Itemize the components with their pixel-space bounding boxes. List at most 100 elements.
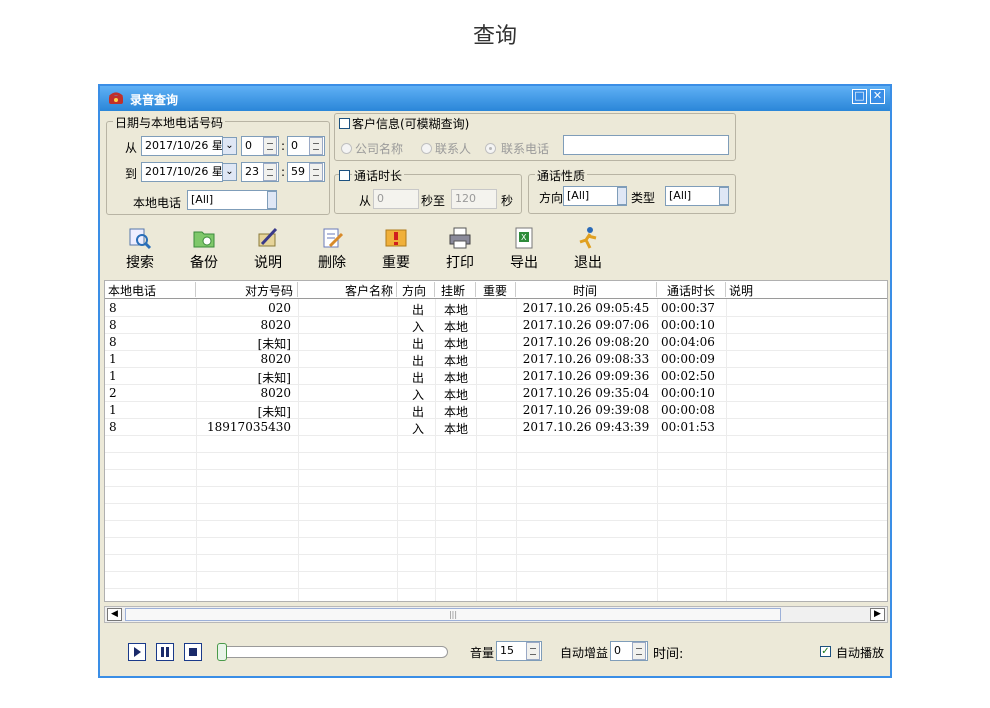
col-header-remote-number[interactable]: 对方号码 [245,282,293,299]
search-icon [129,228,152,250]
stop-button[interactable] [184,643,202,661]
cell-hangup: 本地 [443,320,468,334]
cell-time: 2017.10.26 09:09:36 [522,369,650,383]
from-date-dropdown[interactable]: ⌄ [222,137,237,155]
customer-info-group: 客户信息(可模糊查询) 公司名称 联系人 联系电话 [334,113,736,161]
search-label: 搜索 [126,255,154,271]
col-header-duration[interactable]: 通话时长 [667,282,715,299]
col-header-direction[interactable]: 方向 [402,282,426,299]
local-phone-label: 本地电话 [133,196,182,210]
print-label: 打印 [446,255,474,271]
playback-progress-slider[interactable] [217,643,448,661]
print-button[interactable]: 打印 [432,220,488,272]
col-header-important[interactable]: 重要 [483,282,507,299]
restore-button[interactable]: □ [852,89,867,104]
call-nature-group: 通话性质 方向 [All] 类型 [All] [528,167,736,214]
volume-label: 音量 [470,646,495,660]
slider-knob[interactable] [217,643,227,661]
cell-remote-number: [未知] [257,337,291,351]
cell-time: 2017.10.26 09:08:20 [522,335,650,349]
contact-radio[interactable] [421,143,432,154]
col-header-local-phone[interactable]: 本地电话 [108,282,156,299]
call-records-table: 本地电话 对方号码 客户名称 方向 挂断 重要 时间 通话时长 说明 8 020 出… [104,280,888,602]
export-button[interactable]: X 导出 [496,220,552,272]
backup-button[interactable]: 备份 [176,220,232,272]
duration-from-label: 从 [359,194,372,208]
scroll-thumb[interactable]: ||| [125,608,781,621]
table-row[interactable]: 8 8020 入 本地 2017.10.26 09:07:06 00:00:10 [105,317,887,334]
from-hour-spinner[interactable] [263,137,277,155]
window-title: 录音查询 [130,93,179,107]
from-date-field[interactable]: 2017/10/26 星 [141,136,223,156]
autoplay-label: 自动播放 [836,646,885,660]
customer-search-input[interactable] [563,135,729,155]
scroll-right-button[interactable]: ▶ [870,608,885,621]
play-icon [134,647,141,657]
cell-time: 2017.10.26 09:08:33 [522,352,650,366]
volume-spinner[interactable] [526,642,540,660]
exit-button[interactable]: 退出 [560,220,616,272]
customer-info-checkbox[interactable] [339,118,350,129]
table-row[interactable]: 1 8020 出 本地 2017.10.26 09:08:33 00:00:09 [105,351,887,368]
date-group-label: 日期与本地电话号码 [113,114,226,131]
cell-direction: 出 [411,354,424,368]
local-phone-select[interactable]: [All] [187,190,277,210]
duration-to-field[interactable]: 120 [451,189,497,209]
cell-hangup: 本地 [443,303,468,317]
col-header-note[interactable]: 说明 [729,282,753,299]
window-titlebar[interactable]: 录音查询 □ ✕ [100,86,890,111]
delete-icon [323,228,344,248]
cell-hangup: 本地 [443,422,468,436]
from-minute-spinner[interactable] [309,137,323,155]
delete-button[interactable]: 删除 [304,220,360,272]
to-hour-spinner[interactable] [263,163,277,181]
local-phone-dropdown[interactable] [267,191,277,209]
cell-time: 2017.10.26 09:39:08 [522,403,650,417]
direction-dropdown[interactable] [617,187,627,205]
table-row[interactable]: 8 [未知] 出 本地 2017.10.26 09:08:20 00:04:06 [105,334,887,351]
to-minute-spinner[interactable] [309,163,323,181]
autoplay-checkbox[interactable]: ✓ [820,646,831,657]
pause-button[interactable] [156,643,174,661]
phone-label: 联系电话 [501,142,550,156]
scroll-left-button[interactable]: ◀ [107,608,122,621]
table-row[interactable]: 1 [未知] 出 本地 2017.10.26 09:09:36 00:02:50 [105,368,887,385]
duration-from-field[interactable]: 0 [373,189,419,209]
important-button[interactable]: 重要 [368,220,424,272]
page-title: 查询 [472,24,517,49]
col-header-customer-name[interactable]: 客户名称 [345,282,393,299]
duration-checkbox[interactable] [339,170,350,181]
table-row[interactable]: 8 18917035430 入 本地 2017.10.26 09:43:39 00:01:… [105,419,887,436]
to-date-field[interactable]: 2017/10/26 星 [141,162,223,182]
table-row[interactable]: 1 [未知] 出 本地 2017.10.26 09:39:08 00:00:08 [105,402,887,419]
cell-direction: 入 [411,320,424,334]
time-label: 时间: [653,647,684,662]
table-header: 本地电话 对方号码 客户名称 方向 挂断 重要 时间 通话时长 说明 [105,281,887,299]
type-dropdown[interactable] [719,187,729,205]
cell-hangup: 本地 [443,405,468,419]
auto-gain-spinner[interactable] [632,642,646,660]
pause-icon [161,647,169,657]
close-button[interactable]: ✕ [870,89,885,104]
play-button[interactable] [128,643,146,661]
exit-label: 退出 [574,255,602,271]
cell-local-phone: 8 [109,420,117,434]
note-button[interactable]: 说明 [240,220,296,272]
cell-hangup: 本地 [443,337,468,351]
search-button[interactable]: 搜索 [112,220,168,272]
company-name-radio[interactable] [341,143,352,154]
to-date-dropdown[interactable]: ⌄ [222,163,237,181]
stop-icon [189,648,197,656]
duration-unit-label: 秒 [501,194,514,208]
table-row[interactable]: 8 020 出 本地 2017.10.26 09:05:45 00:00:37 [105,300,887,317]
export-label: 导出 [510,255,538,271]
col-header-hangup[interactable]: 挂断 [441,282,465,299]
col-header-time[interactable]: 时间 [573,282,597,299]
recording-query-window: 录音查询 □ ✕ 日期与本地电话号码 从 2017/10/26 星 ⌄ 0 : … [98,84,892,678]
horizontal-scrollbar[interactable]: ◀ ||| ▶ [104,606,888,623]
colon: : [281,165,286,179]
backup-label: 备份 [190,255,218,271]
phone-radio[interactable] [485,143,496,154]
table-row[interactable]: 2 8020 入 本地 2017.10.26 09:35:04 00:00:10 [105,385,887,402]
cell-time: 2017.10.26 09:35:04 [522,386,650,400]
